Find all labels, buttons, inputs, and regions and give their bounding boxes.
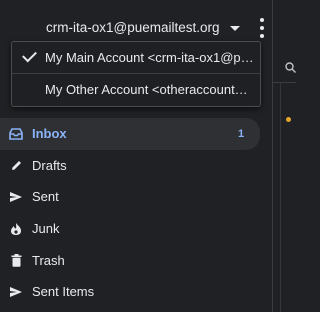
menu-item-other-account[interactable]: My Other Account <otheraccount…	[12, 74, 260, 105]
folder-label: Drafts	[32, 157, 67, 173]
send-icon	[9, 285, 23, 299]
folder-label: Inbox	[32, 126, 67, 142]
unread-count-badge: 1	[238, 127, 245, 140]
folder-sent[interactable]: Sent	[0, 181, 272, 213]
folder-junk[interactable]: Junk	[0, 213, 272, 245]
message-list-pane-edge	[272, 0, 296, 312]
search-icon[interactable]	[285, 62, 296, 76]
flame-icon	[9, 222, 23, 236]
folder-inbox[interactable]: Inbox 1	[0, 118, 260, 150]
folder-label: Sent	[32, 189, 59, 205]
folder-list: Inbox 1 Drafts Sent Junk Trash Sent Item…	[0, 118, 272, 308]
pencil-icon	[9, 158, 23, 172]
folder-drafts[interactable]: Drafts	[0, 150, 272, 182]
account-selector[interactable]: crm-ita-ox1@puemailtest.org	[46, 16, 240, 38]
send-icon	[9, 190, 23, 204]
trash-icon	[9, 253, 23, 267]
folder-sent-items[interactable]: Sent Items	[0, 276, 272, 308]
folder-label: Junk	[32, 221, 60, 237]
divider	[280, 82, 281, 312]
menu-item-label: My Other Account <otheraccount…	[45, 82, 248, 97]
menu-item-main-account[interactable]: My Main Account <crm-ita-ox1@p…	[12, 42, 260, 74]
folder-trash[interactable]: Trash	[0, 244, 272, 276]
folder-label: Sent Items	[32, 284, 95, 300]
current-account-email: crm-ita-ox1@puemailtest.org	[46, 19, 220, 35]
folder-label: Trash	[32, 252, 65, 268]
unread-dot-icon	[286, 117, 291, 122]
inbox-icon	[9, 127, 23, 141]
divider	[273, 82, 296, 83]
check-icon	[22, 47, 37, 63]
account-dropdown-menu: My Main Account <crm-ita-ox1@p… My Other…	[11, 41, 261, 107]
more-options-icon[interactable]	[256, 18, 268, 38]
menu-item-label: My Main Account <crm-ita-ox1@p…	[45, 50, 253, 65]
caret-down-icon	[229, 25, 240, 31]
